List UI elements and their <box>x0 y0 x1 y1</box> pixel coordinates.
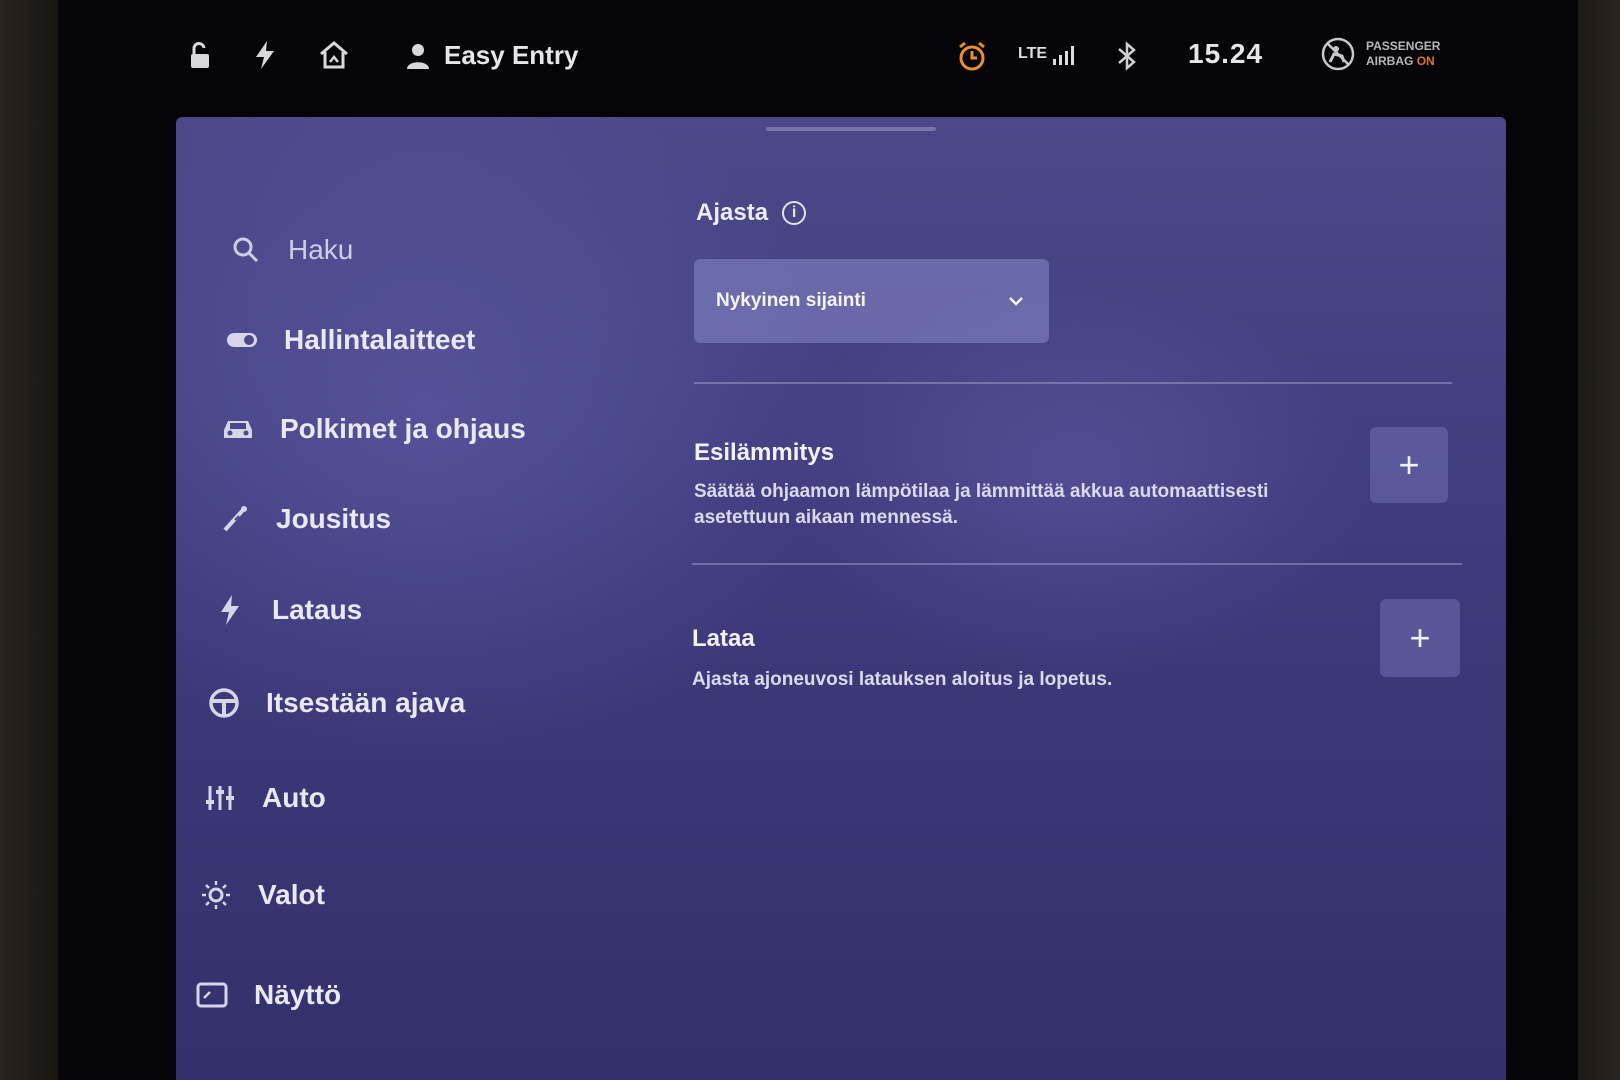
add-charge-schedule-button[interactable]: + <box>1380 599 1460 677</box>
sidebar-item-label: Polkimet ja ohjaus <box>280 413 526 444</box>
sidebar-item-label: Valot <box>258 879 325 910</box>
sidebar-item-charging[interactable]: Lataus <box>212 592 362 628</box>
profile[interactable]: Easy Entry <box>406 40 578 71</box>
sidebar-item-display[interactable]: Näyttö <box>194 977 341 1013</box>
profile-name: Easy Entry <box>444 40 579 70</box>
screen: Easy Entry LTE 15.24 PASSENGER AIRBAG ON <box>58 0 1578 1080</box>
bolt-icon <box>212 592 248 628</box>
home-icon[interactable] <box>318 40 350 70</box>
divider <box>692 563 1462 565</box>
charge-description: Ajasta ajoneuvosi latauksen aloitus ja l… <box>692 669 1113 690</box>
sidebar-item-label: Lataus <box>272 594 363 625</box>
search-icon <box>228 232 264 268</box>
sidebar-item-label: Haku <box>288 234 354 265</box>
sidebar-item-label: Näyttö <box>254 979 342 1010</box>
schedule-label-text: Ajasta <box>696 199 769 226</box>
bluetooth-icon[interactable] <box>1116 40 1138 72</box>
settings-panel: Haku Hallintalaitteet Polkimet ja ohjaus… <box>176 117 1506 1080</box>
preconditioning-title: Esilämmitys <box>694 439 835 466</box>
network-status: LTE <box>1018 42 1079 66</box>
chevron-down-icon <box>1007 295 1025 307</box>
plus-icon: + <box>1398 444 1420 485</box>
preconditioning-description: Säätää ohjaamon lämpötilaa ja lämmittää … <box>694 479 1268 531</box>
sidebar-item-label: Jousitus <box>276 503 392 534</box>
sidebar-item-autopilot[interactable]: Itsestään ajava <box>206 685 465 721</box>
preconditioning-description-line1: Säätää ohjaamon lämpötilaa ja lämmittää … <box>694 481 1269 502</box>
sidebar-item-controls[interactable]: Hallintalaitteet <box>224 322 475 358</box>
sidebar-item-label: Itsestään ajava <box>266 687 466 718</box>
signal-icon <box>1051 42 1079 66</box>
car-icon <box>220 411 256 447</box>
toggle-icon <box>224 322 260 358</box>
light-icon <box>198 877 234 913</box>
person-icon <box>406 42 430 70</box>
preconditioning-description-line2: asetettuun aikaan mennessä. <box>694 507 958 528</box>
airbag-state: ON <box>1416 54 1435 68</box>
sidebar-item-label: Auto <box>262 782 326 813</box>
sidebar-item-search[interactable]: Haku <box>228 232 353 268</box>
sidebar-item-lights[interactable]: Valot <box>198 877 325 913</box>
clock-time: 15.24 <box>1188 38 1264 69</box>
bolt-icon[interactable] <box>252 40 278 70</box>
airbag-text: PASSENGER AIRBAG ON <box>1366 39 1440 69</box>
sliders-icon <box>202 780 238 816</box>
sidebar-item-pedals-steering[interactable]: Polkimet ja ohjaus <box>220 411 526 447</box>
airbag-line2: AIRBAG <box>1366 54 1414 68</box>
sidebar-item-label: Hallintalaitteet <box>284 324 476 355</box>
divider <box>694 382 1452 384</box>
passenger-airbag-status: PASSENGER AIRBAG ON <box>1320 36 1440 72</box>
add-preconditioning-button[interactable]: + <box>1370 427 1448 503</box>
display-icon <box>194 977 230 1013</box>
panel-drag-handle[interactable] <box>766 127 936 131</box>
lock-open-icon[interactable] <box>184 40 214 70</box>
sidebar-item-suspension[interactable]: Jousitus <box>216 501 391 537</box>
airbag-icon <box>1320 36 1356 72</box>
location-select[interactable]: Nykyinen sijainti <box>694 259 1049 343</box>
location-select-value: Nykyinen sijainti <box>716 290 866 311</box>
suspension-icon <box>216 501 252 537</box>
airbag-line1: PASSENGER <box>1366 39 1441 53</box>
schedule-label: Ajasta i <box>696 199 807 227</box>
charge-title: Lataa <box>692 625 755 652</box>
plus-icon: + <box>1409 617 1431 658</box>
alarm-clock-icon[interactable] <box>956 40 988 72</box>
clock: 15.24 <box>1188 38 1263 70</box>
info-icon[interactable]: i <box>782 201 807 225</box>
network-type: LTE <box>1018 45 1048 62</box>
steering-wheel-icon <box>206 685 242 721</box>
status-bar: Easy Entry LTE 15.24 PASSENGER AIRBAG ON <box>58 0 1578 115</box>
sidebar-item-vehicle[interactable]: Auto <box>202 780 326 816</box>
